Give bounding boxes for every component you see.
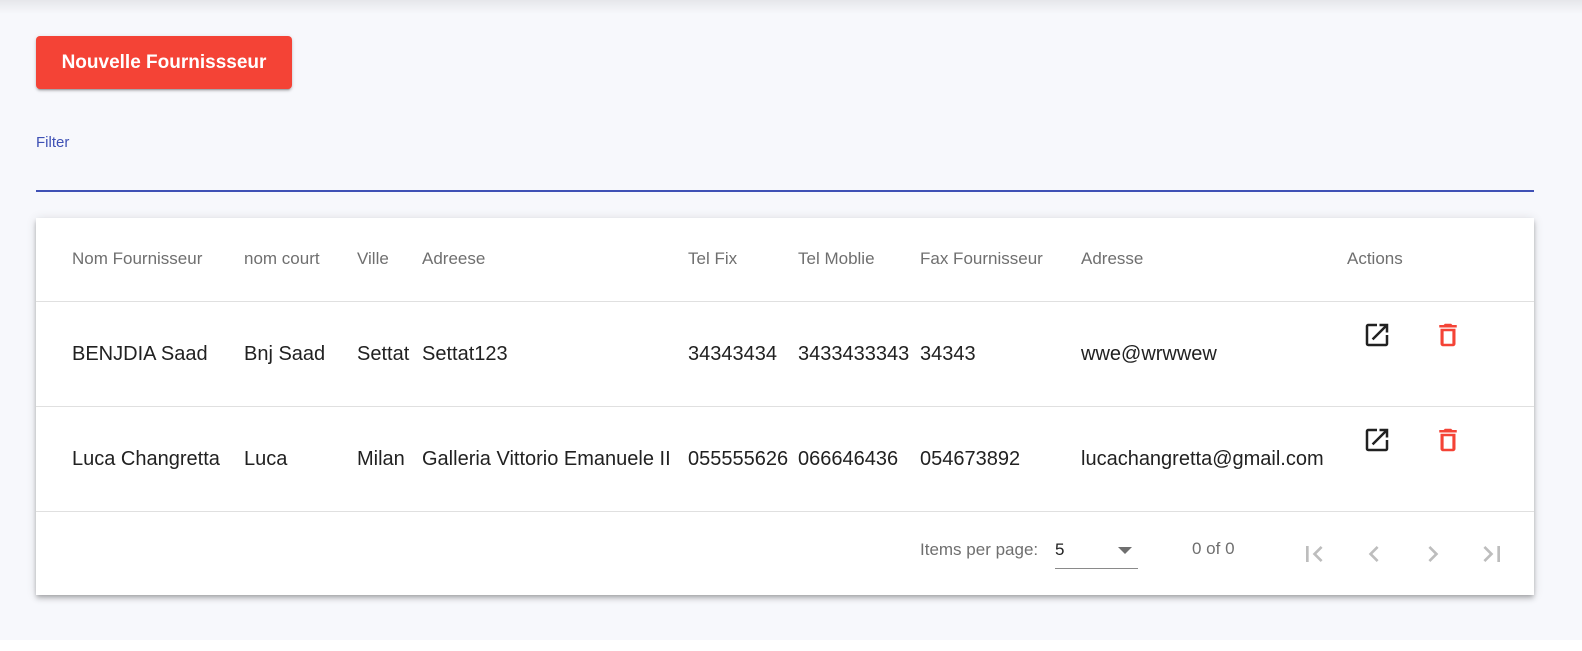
top-shadow: [0, 0, 1582, 14]
cell-ville: Settat: [357, 343, 410, 365]
cell-adresse: lucachangretta@gmail.com: [1081, 448, 1324, 470]
filter-label: Filter: [36, 134, 70, 151]
delete-button[interactable]: [1431, 423, 1465, 457]
table-row: BENJDIA Saad Bnj Saad Settat Settat123 3…: [36, 302, 1534, 407]
open-in-new-icon: [1365, 323, 1389, 347]
page-size-select[interactable]: 5: [1055, 534, 1138, 569]
open-in-new-icon: [1365, 428, 1389, 452]
cell-adresse: wwe@wrwwew: [1081, 343, 1217, 365]
cell-nom-fournisseur: BENJDIA Saad: [72, 343, 208, 365]
cell-tel-mobile: 066646436: [798, 448, 899, 470]
page-bottom-area: [0, 640, 1582, 651]
edit-button[interactable]: [1360, 318, 1394, 352]
next-page-button[interactable]: [1413, 534, 1453, 574]
paginator: Items per page: 5 0 of 0: [36, 512, 1534, 595]
cell-nom-court: Luca: [244, 448, 288, 470]
table-header-row: Nom Fournisseur nom court Ville Adreese …: [36, 218, 1534, 302]
cell-ville: Milan: [357, 448, 405, 470]
cell-tel-mobile: 3433433343: [798, 343, 910, 365]
chevron-right-icon: [1428, 546, 1439, 562]
cell-nom-court: Bnj Saad: [244, 343, 326, 365]
last-page-icon: [1483, 546, 1500, 562]
cell-fax: 34343: [920, 343, 976, 365]
header-tel-fix[interactable]: Tel Fix: [688, 249, 737, 269]
header-nom-fournisseur[interactable]: Nom Fournisseur: [72, 249, 202, 269]
filter-input[interactable]: [36, 152, 1534, 192]
header-tel-mobile[interactable]: Tel Moblie: [798, 249, 875, 269]
first-page-icon: [1306, 546, 1323, 562]
previous-page-button[interactable]: [1354, 534, 1394, 574]
page-size-value: 5: [1055, 540, 1065, 559]
new-supplier-button[interactable]: Nouvelle Fournissseur: [36, 36, 292, 89]
table-row: Luca Changretta Luca Milan Galleria Vitt…: [36, 407, 1534, 512]
trash-icon: [1439, 428, 1457, 452]
header-actions: Actions: [1347, 249, 1403, 268]
cell-adreese: Settat123: [422, 343, 508, 365]
dropdown-arrow-icon: [1118, 547, 1132, 554]
cell-fax: 054673892: [920, 448, 1021, 470]
header-nom-court[interactable]: nom court: [244, 249, 320, 269]
edit-button[interactable]: [1360, 423, 1394, 457]
cell-tel-fix: 055555626: [688, 448, 789, 470]
cell-adreese: Galleria Vittorio Emanuele II: [422, 448, 671, 470]
header-fax[interactable]: Fax Fournisseur: [920, 249, 1043, 269]
delete-button[interactable]: [1431, 318, 1465, 352]
header-ville[interactable]: Ville: [357, 249, 389, 269]
cell-tel-fix: 34343434: [688, 343, 777, 365]
header-adreese[interactable]: Adreese: [422, 249, 485, 269]
suppliers-table-card: Nom Fournisseur nom court Ville Adreese …: [36, 218, 1534, 595]
page-range-label: 0 of 0: [1192, 539, 1235, 558]
items-per-page-label: Items per page:: [920, 540, 1039, 559]
chevron-left-icon: [1368, 546, 1379, 562]
header-adresse[interactable]: Adresse: [1081, 249, 1143, 269]
cell-nom-fournisseur: Luca Changretta: [72, 448, 220, 470]
trash-icon: [1439, 323, 1457, 347]
last-page-button[interactable]: [1472, 534, 1512, 574]
first-page-button[interactable]: [1294, 534, 1334, 574]
